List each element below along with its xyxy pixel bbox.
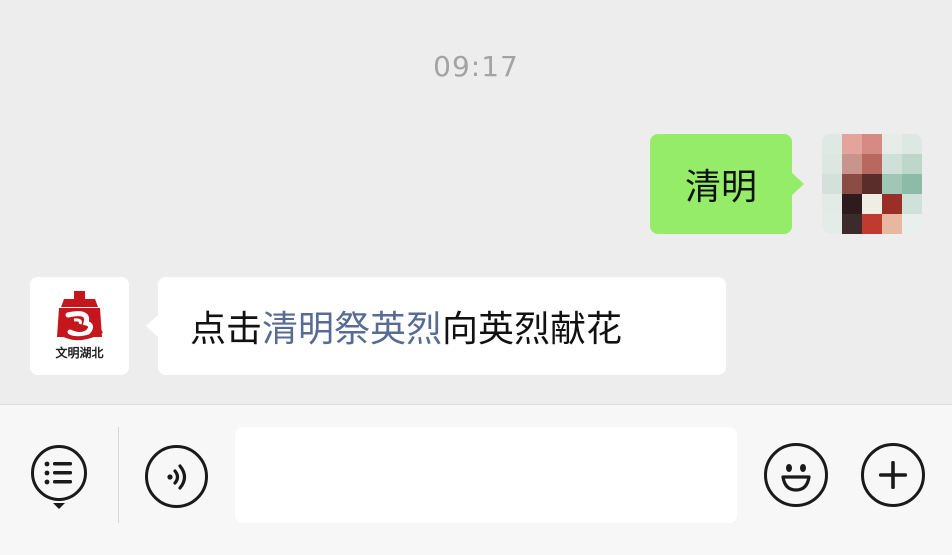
qingming-link[interactable]: 清明祭英烈 xyxy=(262,300,442,352)
plus-icon xyxy=(879,461,907,489)
input-bar xyxy=(0,404,952,555)
wenming-hubei-logo-icon: 文明湖北 xyxy=(30,277,129,375)
menu-icon xyxy=(44,461,72,485)
incoming-message-bubble[interactable]: 点击 清明祭英烈 向英烈献花 xyxy=(146,277,726,375)
logo-caption: 文明湖北 xyxy=(55,345,103,360)
menu-button[interactable] xyxy=(31,445,87,501)
message-input[interactable] xyxy=(235,427,737,523)
message-timestamp: 09:17 xyxy=(433,50,519,83)
chat-area: 09:17 清明 文明湖北 点击 清明祭英烈 向英烈献花 xyxy=(0,0,952,404)
emoji-button[interactable] xyxy=(764,443,828,507)
incoming-message-suffix: 向英烈献花 xyxy=(442,309,623,350)
emoji-icon xyxy=(781,464,811,492)
more-button[interactable] xyxy=(861,443,925,507)
voice-icon xyxy=(166,463,186,490)
divider xyxy=(118,427,119,523)
sender-avatar[interactable]: 文明湖北 xyxy=(30,277,129,375)
incoming-message-prefix: 点击 xyxy=(190,309,263,350)
voice-button[interactable] xyxy=(145,445,208,508)
menu-caret-icon xyxy=(53,503,65,509)
outgoing-message-bubble[interactable]: 清明 xyxy=(650,134,804,234)
outgoing-message-text: 清明 xyxy=(684,167,757,208)
my-avatar[interactable] xyxy=(822,134,922,234)
